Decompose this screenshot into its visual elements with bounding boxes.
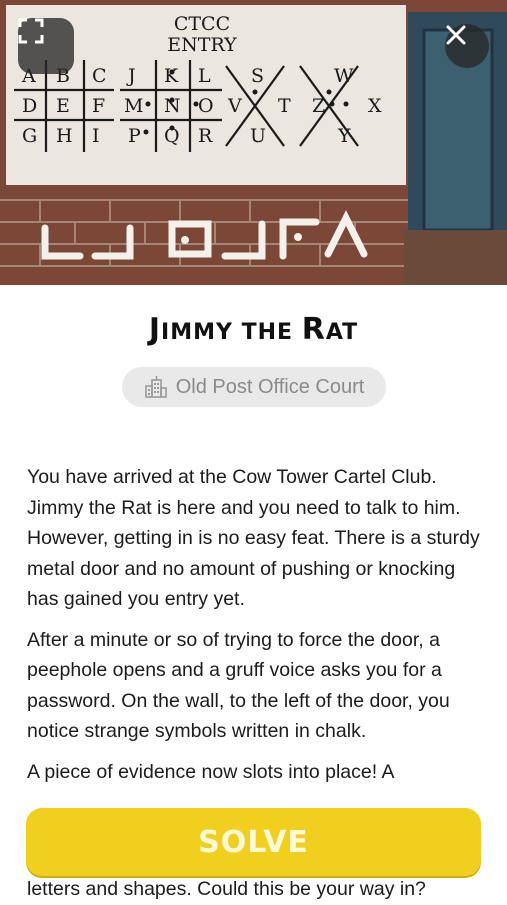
hero-image: CTCC ENTRY A B C D E F G H I J K L M N O… <box>0 0 507 285</box>
solve-button-label: SOLVE <box>198 824 309 860</box>
svg-text:F: F <box>92 95 105 117</box>
svg-text:R: R <box>198 125 213 147</box>
paragraph: You have arrived at the Cow Tower Cartel… <box>27 466 480 610</box>
location-badge: Old Post Office Court <box>122 367 386 407</box>
building-icon <box>144 376 167 398</box>
svg-text:X: X <box>368 95 382 117</box>
svg-text:D: D <box>22 95 37 117</box>
svg-text:W: W <box>334 65 354 87</box>
svg-text:K: K <box>164 65 179 87</box>
svg-text:C: C <box>92 65 107 87</box>
svg-text:H: H <box>56 125 73 147</box>
svg-text:Z: Z <box>312 95 325 117</box>
paragraph: After a minute or so of trying to force … <box>27 628 450 743</box>
story-text: You have arrived at the Cow Tower Cartel… <box>27 462 482 900</box>
page-title: JIMMY THE RAT <box>148 312 359 347</box>
solve-button[interactable]: SOLVE <box>26 808 481 876</box>
svg-text:P: P <box>128 125 141 147</box>
sign-title-line2: ENTRY <box>167 34 237 56</box>
paragraph: A piece of evidence now slots into place… <box>27 760 395 783</box>
svg-text:G: G <box>22 125 37 147</box>
svg-text:M: M <box>124 95 143 117</box>
fullscreen-icon <box>18 18 44 44</box>
svg-text:J: J <box>126 65 136 87</box>
svg-text:V: V <box>227 95 242 117</box>
svg-text:T: T <box>278 95 291 117</box>
sign-title-line1: CTCC <box>174 13 230 35</box>
svg-text:U: U <box>250 125 266 147</box>
svg-text:I: I <box>92 125 100 147</box>
svg-text:S: S <box>251 65 264 87</box>
brick-wall-scene: CTCC ENTRY A B C D E F G H I J K L M N O… <box>0 0 507 285</box>
svg-text:L: L <box>198 65 211 87</box>
location-label: Old Post Office Court <box>175 375 365 398</box>
svg-text:O: O <box>198 95 214 117</box>
fullscreen-button[interactable] <box>18 18 74 74</box>
close-button[interactable] <box>445 24 489 68</box>
close-icon <box>446 25 466 45</box>
svg-text:E: E <box>56 95 70 117</box>
svg-text:Y: Y <box>337 125 351 147</box>
